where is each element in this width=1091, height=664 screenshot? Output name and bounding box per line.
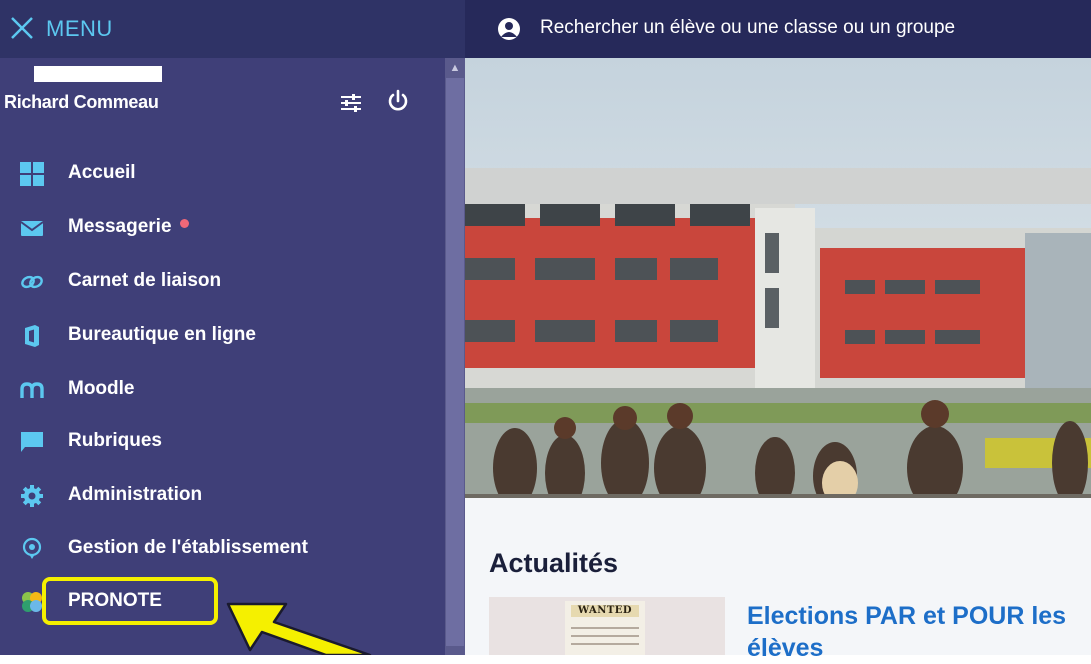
moodle-icon (20, 382, 44, 398)
office-icon (25, 325, 39, 347)
news-thumbnail[interactable]: WANTED (489, 597, 725, 655)
notification-dot (179, 219, 189, 228)
redacted-field (34, 66, 162, 82)
wanted-poster-image: WANTED (565, 601, 645, 655)
nav-label: Carnet de liaison (68, 270, 222, 291)
nav-item-rubriques[interactable]: Rubriques (0, 420, 440, 464)
close-icon[interactable] (8, 14, 36, 42)
scrollbar-thumb[interactable] (446, 78, 464, 646)
menu-header: MENU (0, 0, 465, 58)
nav-label: Administration (68, 484, 203, 505)
nav-item-gestion[interactable]: Gestion de l'établissement (0, 527, 440, 571)
nav-label: Rubriques (68, 430, 162, 451)
nav-item-carnet[interactable]: Carnet de liaison (0, 260, 440, 304)
top-search-bar: Rechercher un élève ou une classe ou un … (465, 0, 1091, 58)
search-input[interactable]: Rechercher un élève ou une classe ou un … (540, 17, 955, 39)
nav-label: Bureautique en ligne (68, 324, 256, 345)
wanted-label: WANTED (571, 605, 639, 617)
menu-label[interactable]: MENU (46, 16, 113, 42)
nav-item-moodle[interactable]: Moodle (0, 368, 440, 412)
pronote-logo-icon (22, 592, 42, 612)
nav-item-bureautique[interactable]: Bureautique en ligne (0, 314, 440, 358)
news-item-title-link[interactable]: Elections PAR et POUR les élèves (747, 600, 1077, 664)
envelope-icon (20, 221, 44, 236)
school-building-image (465, 58, 1091, 498)
sidebar: MENU Richard Commeau ▲ Accueil Messageri… (0, 0, 465, 655)
nav-item-administration[interactable]: Administration (0, 474, 440, 518)
poster-text-line (571, 627, 639, 629)
nav-label: Moodle (68, 378, 135, 399)
nav-label: Gestion de l'établissement (68, 537, 308, 558)
poster-text-line (571, 643, 639, 645)
location-pin-icon (22, 537, 42, 559)
poster-text-line (571, 635, 639, 637)
settings-sliders-icon[interactable] (338, 92, 364, 114)
grid-icon (20, 162, 44, 186)
user-search-icon (498, 18, 520, 40)
chat-bubble-icon (21, 432, 43, 452)
nav-label: Messagerie (68, 216, 189, 238)
power-icon[interactable] (386, 89, 410, 113)
user-name: Richard Commeau (4, 92, 159, 112)
pronote-highlight-box (42, 577, 218, 625)
nav-item-messagerie[interactable]: Messagerie (0, 206, 440, 250)
news-heading: Actualités (489, 548, 619, 578)
nav-item-accueil[interactable]: Accueil (0, 152, 440, 196)
scroll-up-arrow-icon[interactable]: ▲ (446, 60, 464, 76)
news-section: Actualités WANTED Elections PAR et POUR … (465, 498, 1091, 662)
gear-icon (21, 485, 43, 507)
link-icon (21, 275, 43, 289)
nav-label: Accueil (68, 162, 136, 183)
